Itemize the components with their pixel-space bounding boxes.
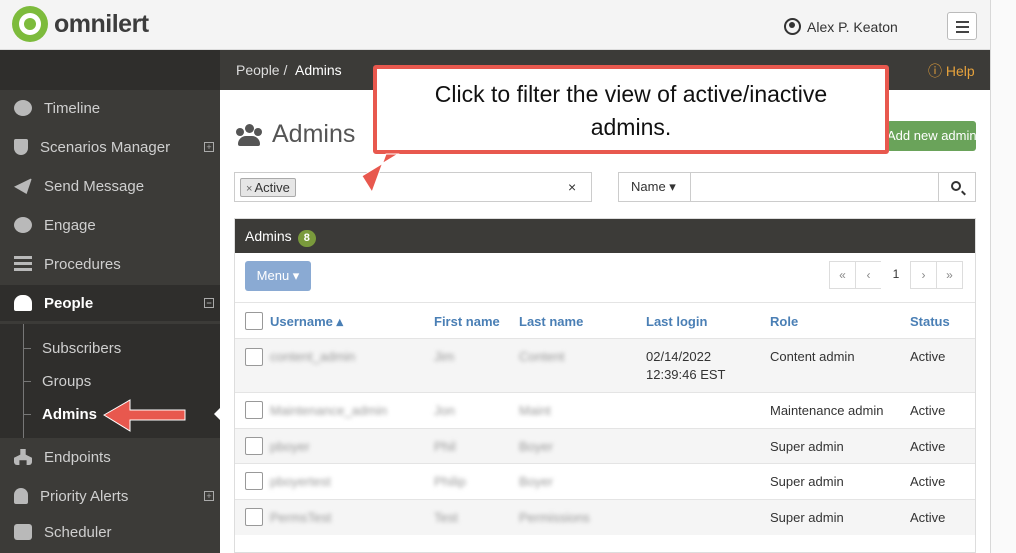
active-indicator-icon [214, 408, 220, 420]
admins-pointer-arrow-icon [103, 399, 186, 432]
annotation-arrows [103, 153, 400, 432]
scrollbar[interactable] [990, 0, 1016, 553]
callout-pointer-arrow-icon [361, 153, 400, 194]
